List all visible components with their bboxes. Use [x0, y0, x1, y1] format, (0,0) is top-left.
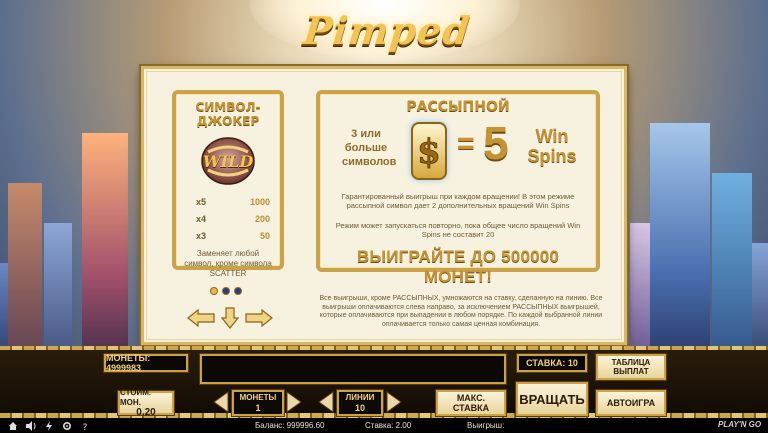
wild-symbol-icon: WILD — [198, 134, 258, 188]
lines-decrease-button[interactable] — [317, 390, 335, 414]
spin-label: ВРАЩАТЬ — [519, 391, 585, 407]
building — [8, 183, 42, 373]
coin-value-label: СТОИМ. МОН. — [120, 388, 152, 407]
wild-info-box: СИМВОЛ-ДЖОКЕР WILD x5 1000 x4 200 x3 50 … — [172, 90, 284, 278]
home-icon[interactable] — [6, 418, 20, 433]
coins-value: 1 — [255, 403, 261, 413]
building — [82, 133, 128, 373]
pay-amount: 50 — [259, 231, 270, 241]
help-icon[interactable]: ? — [78, 418, 92, 433]
close-paytable-button[interactable] — [220, 307, 240, 329]
game-logo: Pimped — [301, 7, 473, 53]
next-page-button[interactable] — [244, 307, 274, 329]
lines-value: 10 — [354, 403, 365, 413]
coins-balance-text: МОНЕТЫ: 4999983 — [106, 353, 151, 373]
lines-increase-button[interactable] — [385, 390, 403, 414]
scatter-description-1: Гарантированный выигрыш при каждом враще… — [341, 192, 575, 210]
coins-increase-button[interactable] — [285, 390, 303, 414]
paytable-button-label: ТАБЛИЦА ВЫПЛАТ — [611, 358, 651, 376]
arrow-down-icon — [221, 307, 239, 329]
wild-pay-table: x5 1000 x4 200 x3 50 — [196, 194, 270, 245]
building — [712, 173, 752, 373]
pay-row: x4 200 — [196, 211, 270, 228]
arrow-right-icon — [245, 309, 273, 327]
dollar-scatter-icon: $ — [411, 122, 447, 180]
spin-button[interactable]: ВРАЩАТЬ — [516, 382, 588, 416]
win-text: Выигрыш: — [467, 421, 505, 430]
scatter-condition: 3 или больше символов — [342, 128, 397, 168]
page-dot[interactable] — [234, 287, 242, 295]
scatter-spins-count: 5 — [483, 117, 509, 169]
balance-text: Баланс: 999996.60 — [255, 421, 325, 430]
pay-row: x3 50 — [196, 228, 270, 245]
scatter-equals: = — [457, 127, 475, 160]
bet-text: Ставка: 2.00 — [365, 421, 412, 430]
lines-field: ЛИНИИ 10 — [337, 390, 383, 416]
autoplay-label: АВТОИГРА — [606, 398, 656, 408]
pay-amount: 200 — [254, 214, 270, 224]
max-win-text: ВЫИГРАЙТЕ ДО 500000 МОНЕТ! — [356, 247, 560, 286]
coin-value-field[interactable]: СТОИМ. МОН. 0.20 — [118, 388, 174, 418]
settings-icon[interactable] — [60, 418, 74, 433]
triangle-right-icon — [386, 391, 402, 413]
bet-display-text: СТАВКА: 10 — [526, 358, 578, 368]
coins-decrease-button[interactable] — [212, 390, 230, 414]
coins-field: МОНЕТЫ 1 — [232, 390, 284, 416]
wild-title: СИМВОЛ-ДЖОКЕР — [195, 100, 261, 128]
paytable-button[interactable]: ТАБЛИЦА ВЫПЛАТ — [596, 354, 666, 380]
svg-text:$: $ — [417, 132, 441, 172]
triangle-left-icon — [213, 391, 229, 413]
triangle-left-icon — [318, 391, 334, 413]
svg-text:?: ? — [83, 423, 88, 431]
pay-count: x5 — [196, 197, 207, 207]
quick-spin-icon[interactable] — [42, 418, 56, 433]
pay-count: x4 — [196, 214, 207, 224]
page-indicator — [210, 287, 242, 295]
autoplay-button[interactable]: АВТОИГРА — [596, 390, 666, 416]
triangle-right-icon — [286, 391, 302, 413]
max-bet-button[interactable]: МАКС. СТАВКА — [436, 390, 506, 416]
win-message-display — [200, 354, 506, 384]
paytable-panel: СИМВОЛ-ДЖОКЕР WILD x5 1000 x4 200 x3 50 … — [141, 66, 627, 345]
scatter-title: РАССЫПНОЙ — [406, 99, 510, 115]
provider-logo: PLAY'N GO — [718, 420, 762, 429]
coins-label: МОНЕТЫ — [239, 393, 277, 402]
wild-symbol-label: WILD — [202, 151, 254, 171]
page-dot-active[interactable] — [210, 287, 218, 295]
pay-count: x3 — [196, 231, 207, 241]
scatter-description-2: Режим может запускаться повторно, пока о… — [335, 221, 581, 239]
lines-label: ЛИНИИ — [345, 393, 375, 402]
prev-page-button[interactable] — [186, 307, 216, 329]
pay-amount: 1000 — [249, 197, 270, 207]
max-bet-label: МАКС. СТАВКА — [452, 393, 490, 413]
coin-value: 0.20 — [136, 407, 156, 418]
wild-note: Заменяет любой символ, кроме символа SCA… — [184, 249, 272, 278]
bet-display: СТАВКА: 10 — [517, 354, 587, 372]
scatter-spins-label: Win Spins — [527, 126, 577, 166]
pay-row: x5 1000 — [196, 194, 270, 211]
status-bar: ? Баланс: 999996.60 Ставка: 2.00 Выигрыш… — [0, 418, 768, 433]
arrow-left-icon — [187, 309, 215, 327]
sound-icon[interactable] — [24, 418, 38, 433]
general-rules-text: Все выигрыши, кроме РАССЫПНЫХ, умножаютс… — [319, 295, 603, 328]
paytable-navigation — [186, 307, 274, 329]
coins-balance-display: МОНЕТЫ: 4999983 — [104, 353, 188, 373]
building — [650, 123, 710, 373]
scatter-info-box: РАССЫПНОЙ 3 или больше символов $ = 5 Wi… — [316, 90, 600, 286]
page-dot[interactable] — [222, 287, 230, 295]
